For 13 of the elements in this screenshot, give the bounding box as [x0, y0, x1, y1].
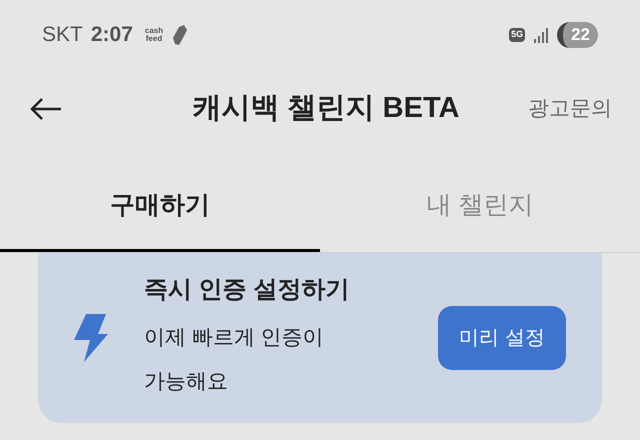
banner-description: 이제 빠르게 인증이 가능해요 [144, 325, 325, 395]
banner-title: 즉시 인증 설정하기 [144, 275, 350, 305]
clock: 2:07 [90, 22, 133, 48]
ad-inquiry-link[interactable]: 광고문의 [528, 93, 612, 125]
app-logo-text: cash feed [144, 27, 164, 43]
battery-indicator: 22 [557, 22, 598, 48]
lightning-icon [74, 314, 110, 362]
preset-button[interactable]: 미리 설정 [438, 306, 566, 370]
network-badge: 5G [509, 28, 526, 42]
page-title: 캐시백 챌린지 BETA [192, 91, 460, 126]
tab[interactable]: 내 챌린지 [320, 162, 640, 252]
signal-icon [533, 27, 550, 43]
carrier: SKT [42, 22, 83, 48]
